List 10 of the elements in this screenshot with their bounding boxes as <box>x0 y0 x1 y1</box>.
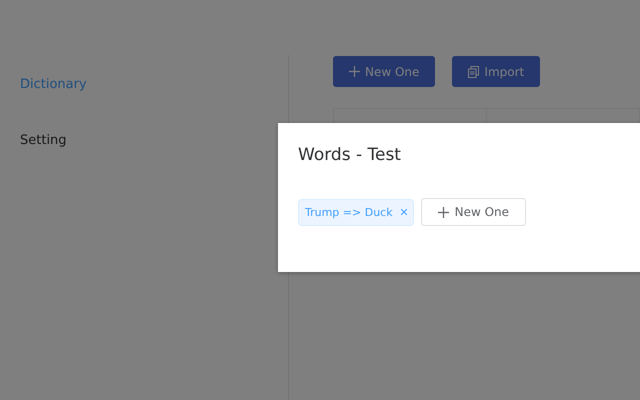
copy-icon <box>468 66 480 78</box>
plus-icon <box>438 206 449 218</box>
new-button[interactable]: New One <box>420 198 526 226</box>
new-button[interactable]: New One <box>333 56 436 87</box>
import-button[interactable]: Import <box>452 56 540 87</box>
close-icon[interactable] <box>400 209 407 215</box>
sidebar-item[interactable]: Dictionary <box>0 75 288 131</box>
plus-icon <box>349 66 360 77</box>
tag-label: Trump => Duck <box>305 206 393 218</box>
dialog-title: Words - Test <box>298 145 402 165</box>
